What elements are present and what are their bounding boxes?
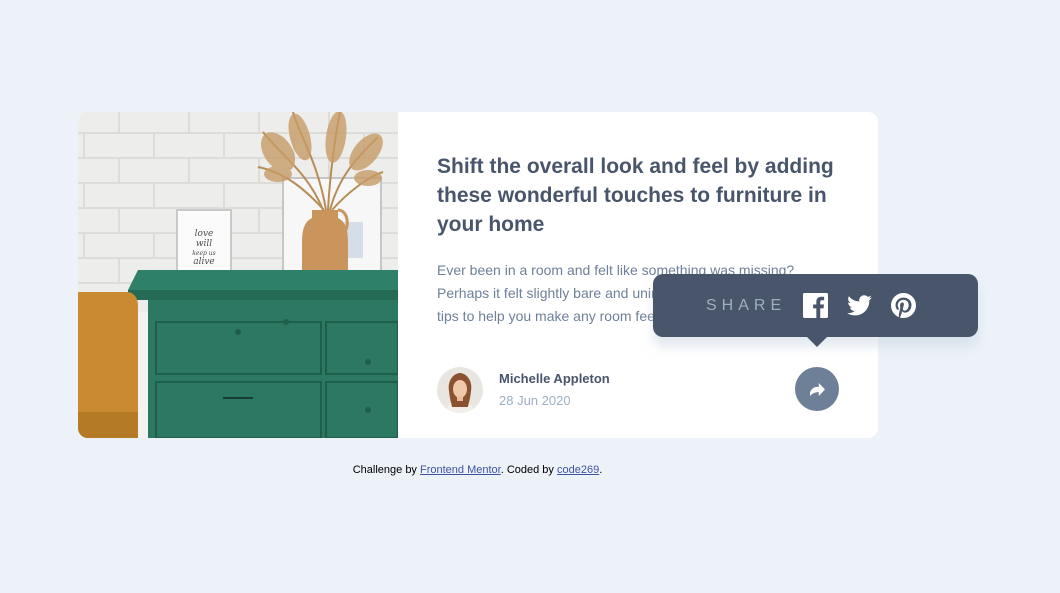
drawers-image: love will keep us alive	[78, 112, 398, 438]
share-popup: SHARE	[653, 274, 978, 347]
share-button[interactable]	[795, 367, 839, 411]
svg-text:will: will	[196, 239, 212, 249]
svg-text:keep us: keep us	[192, 250, 215, 257]
author-link[interactable]: code269	[557, 464, 599, 476]
share-label: SHARE	[706, 296, 787, 314]
twitter-icon[interactable]	[847, 295, 872, 316]
svg-text:alive: alive	[193, 257, 215, 267]
attribution-middle: . Coded by	[500, 464, 557, 476]
author-avatar	[437, 367, 483, 413]
article-title: Shift the overall look and feel by addin…	[437, 155, 834, 236]
pinterest-icon[interactable]	[891, 293, 917, 318]
share-icon	[809, 382, 825, 396]
article-date: 28 Jun 2020	[499, 393, 571, 408]
attribution-suffix: .	[599, 464, 603, 476]
article-card: love will keep us alive Shift the overal…	[78, 112, 978, 438]
author-name: Michelle Appleton	[499, 371, 610, 386]
frontend-mentor-link[interactable]: Frontend Mentor	[420, 464, 501, 476]
facebook-icon[interactable]	[803, 293, 829, 318]
attribution-prefix: Challenge by	[352, 464, 420, 476]
svg-text:love: love	[195, 229, 214, 239]
attribution: Challenge by Frontend Mentor. Coded by c…	[0, 464, 955, 476]
